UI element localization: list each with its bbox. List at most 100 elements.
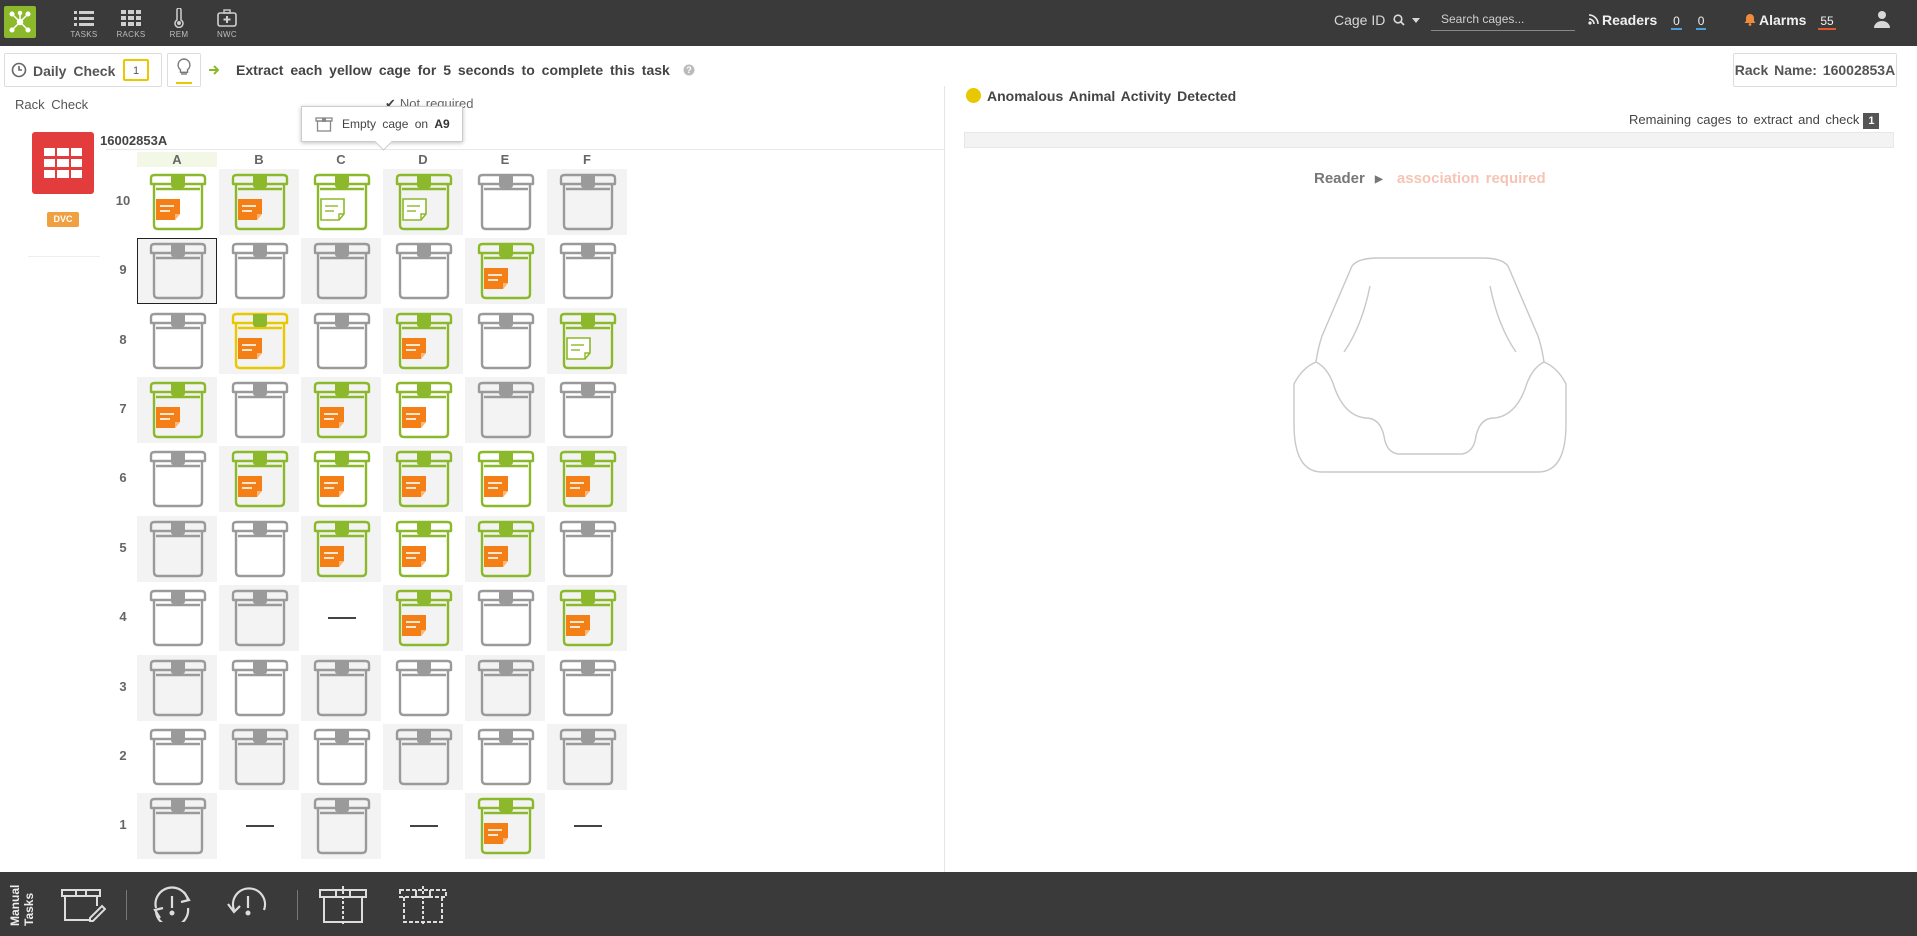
- user-icon: [1874, 11, 1890, 28]
- cage-slot-d9[interactable]: [383, 238, 463, 304]
- cage-slot-b1[interactable]: [219, 793, 299, 859]
- bell-icon: [1744, 14, 1756, 26]
- empty-cage-icon: [559, 728, 617, 786]
- cage-slot-a6[interactable]: [137, 446, 217, 512]
- cage-slot-e10[interactable]: [465, 169, 545, 235]
- cage-slot-d4[interactable]: [383, 585, 463, 651]
- cage-slot-e2[interactable]: [465, 724, 545, 790]
- cage-slot-f5[interactable]: [547, 516, 627, 582]
- cage-slot-f7[interactable]: [547, 377, 627, 443]
- cage-slot-e9[interactable]: [465, 238, 545, 304]
- cage-slot-b6[interactable]: [219, 446, 299, 512]
- no-cage-dash: [574, 825, 602, 827]
- cage-slot-e8[interactable]: [465, 308, 545, 374]
- user-menu[interactable]: [1874, 10, 1890, 31]
- cage-slot-d10[interactable]: [383, 169, 463, 235]
- cage-slot-b3[interactable]: [219, 655, 299, 721]
- empty-cage-icon: [313, 312, 371, 370]
- cage-slot-c3[interactable]: [301, 655, 381, 721]
- undo-alarm-icon[interactable]: [226, 886, 270, 922]
- cage-slot-f10[interactable]: [547, 169, 627, 235]
- cage-slot-d3[interactable]: [383, 655, 463, 721]
- cage-slot-a7[interactable]: [137, 377, 217, 443]
- reader-device-icon: [1293, 257, 1567, 473]
- empty-cage-icon: [559, 173, 617, 231]
- cage-slot-a10[interactable]: [137, 169, 217, 235]
- empty-cage-icon: [477, 659, 535, 717]
- search-cages-input[interactable]: [1431, 8, 1575, 31]
- daily-check-selector[interactable]: Daily Check 1: [4, 53, 162, 87]
- cage-slot-a9[interactable]: [137, 238, 217, 304]
- readers-indicator[interactable]: Readers 0 0: [1588, 12, 1707, 30]
- cage-slot-d2[interactable]: [383, 724, 463, 790]
- rack-grid-icon[interactable]: [32, 132, 94, 194]
- tooltip-prefix: Empty cage on: [342, 117, 429, 131]
- cage-slot-f1[interactable]: [547, 793, 627, 859]
- cage-slot-b2[interactable]: [219, 724, 299, 790]
- calendar-count-icon: 1: [123, 59, 149, 81]
- cage-slot-c8[interactable]: [301, 308, 381, 374]
- cage-slot-e1[interactable]: [465, 793, 545, 859]
- cage-slot-c1[interactable]: [301, 793, 381, 859]
- cage-slot-b5[interactable]: [219, 516, 299, 582]
- empty-cage-icon: [395, 659, 453, 717]
- cage-slot-a1[interactable]: [137, 793, 217, 859]
- nav-rem[interactable]: REM: [157, 8, 201, 39]
- cage-slot-e3[interactable]: [465, 655, 545, 721]
- empty-cage-icon: [395, 728, 453, 786]
- edit-cage-icon[interactable]: [60, 886, 106, 922]
- alarm-cycle-icon[interactable]: [148, 886, 196, 922]
- cage-slot-f4[interactable]: [547, 585, 627, 651]
- cage-slot-b9[interactable]: [219, 238, 299, 304]
- cage-slot-d8[interactable]: [383, 308, 463, 374]
- cage-slot-b7[interactable]: [219, 377, 299, 443]
- empty-cage-icon: [231, 589, 289, 647]
- nav-racks[interactable]: RACKS: [109, 8, 153, 39]
- cage-slot-a2[interactable]: [137, 724, 217, 790]
- cage-slot-a4[interactable]: [137, 585, 217, 651]
- cage-slot-e5[interactable]: [465, 516, 545, 582]
- split-cage-dotted-icon[interactable]: [398, 886, 448, 924]
- cage-slot-f2[interactable]: [547, 724, 627, 790]
- cage-slot-e4[interactable]: [465, 585, 545, 651]
- cage-slot-c10[interactable]: [301, 169, 381, 235]
- cage-slot-b10[interactable]: [219, 169, 299, 235]
- cage-slot-c5[interactable]: [301, 516, 381, 582]
- cage-slot-a5[interactable]: [137, 516, 217, 582]
- nav-nwc[interactable]: NWC: [205, 8, 249, 39]
- hint-underline: [176, 82, 192, 84]
- cage-slot-e7[interactable]: [465, 377, 545, 443]
- cage-slot-d6[interactable]: [383, 446, 463, 512]
- app-logo[interactable]: [4, 6, 36, 38]
- cage-slot-f3[interactable]: [547, 655, 627, 721]
- empty-cage-icon: [231, 659, 289, 717]
- cage-slot-e6[interactable]: [465, 446, 545, 512]
- split-cage-icon[interactable]: [318, 886, 368, 924]
- cage-slot-a8[interactable]: [137, 308, 217, 374]
- cage-slot-c9[interactable]: [301, 238, 381, 304]
- column-header-a: A: [137, 152, 217, 167]
- cage-slot-b8[interactable]: [219, 308, 299, 374]
- extraction-progress-bar: [964, 132, 1894, 148]
- cage-slot-f8[interactable]: [547, 308, 627, 374]
- cage-id-dropdown[interactable]: Cage ID: [1334, 12, 1421, 28]
- cage-slot-a3[interactable]: [137, 655, 217, 721]
- alarms-indicator[interactable]: Alarms 55: [1744, 12, 1836, 30]
- nav-tasks[interactable]: TASKS: [62, 8, 106, 39]
- cage-slot-d5[interactable]: [383, 516, 463, 582]
- cage-slot-d7[interactable]: [383, 377, 463, 443]
- cage-slot-f6[interactable]: [547, 446, 627, 512]
- cage-slot-b4[interactable]: [219, 585, 299, 651]
- cage-slot-f9[interactable]: [547, 238, 627, 304]
- cage-slot-d1[interactable]: [383, 793, 463, 859]
- row-header-6: 6: [119, 470, 127, 485]
- cage-slot-c7[interactable]: [301, 377, 381, 443]
- hint-button[interactable]: [167, 53, 201, 87]
- empty-cage-icon: [477, 728, 535, 786]
- cage-slot-c4[interactable]: [301, 585, 381, 651]
- alarms-label: Alarms: [1759, 12, 1807, 28]
- reader-status: Reader ▶ association required: [1314, 170, 1546, 187]
- cage-slot-c2[interactable]: [301, 724, 381, 790]
- cage-slot-c6[interactable]: [301, 446, 381, 512]
- help-icon[interactable]: ?: [683, 64, 695, 76]
